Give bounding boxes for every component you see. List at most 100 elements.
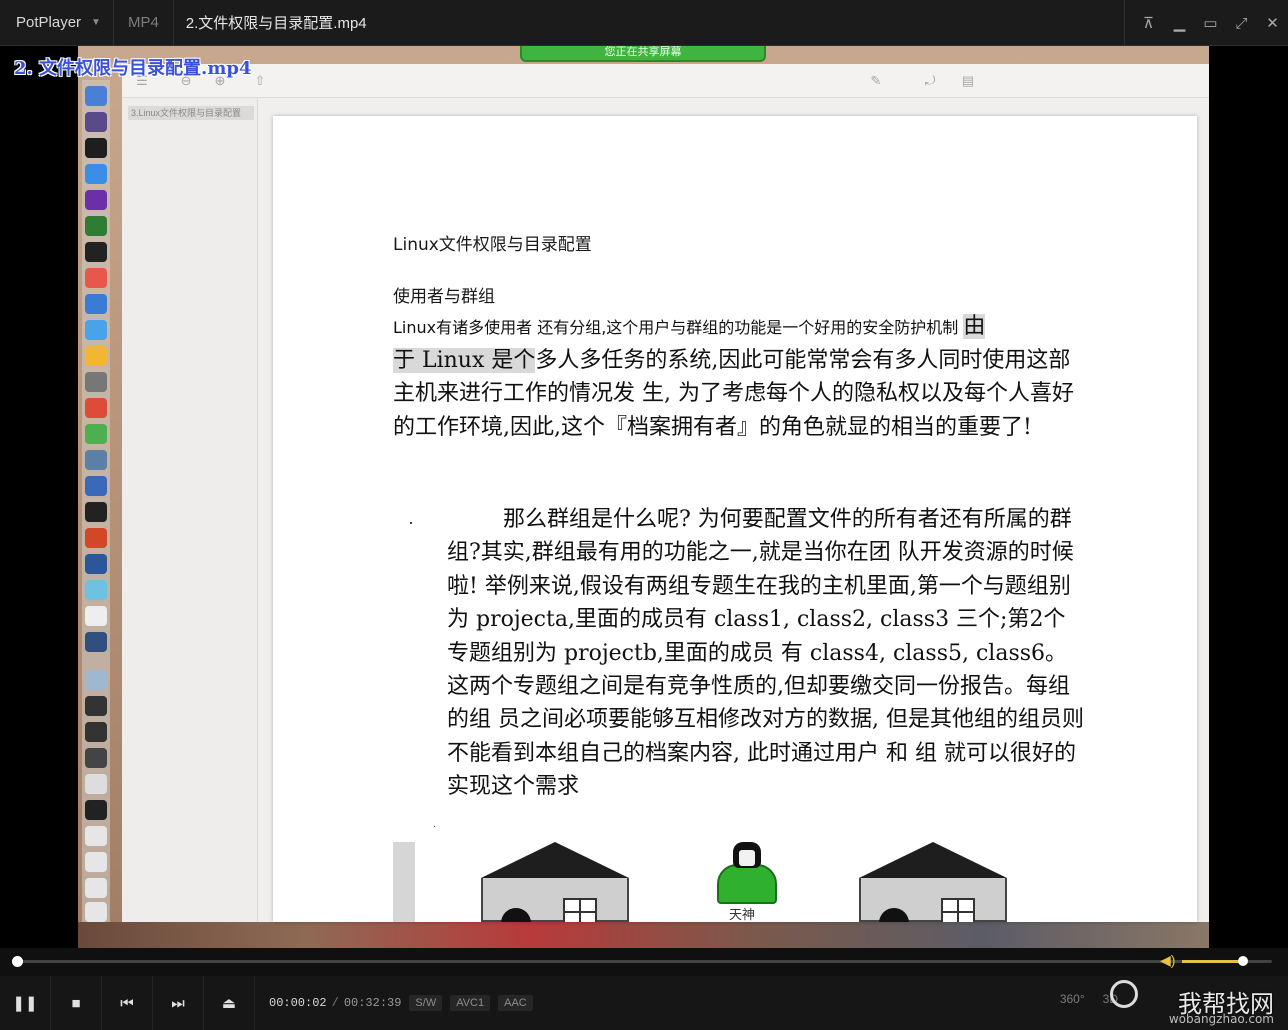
seek-bar-area: ◀) (0, 948, 1288, 976)
volume-slider[interactable] (1182, 960, 1244, 963)
app-icon (85, 450, 107, 470)
app-icon (85, 346, 107, 366)
qq-icon (85, 502, 107, 522)
pycharm-icon (85, 242, 107, 262)
eject-button[interactable]: ⏏ (204, 976, 255, 1030)
terminal-icon (85, 138, 107, 158)
highlighted-text: 于 Linux 是个 (393, 347, 536, 373)
eject-icon: ⏏ (221, 995, 237, 1012)
powerpoint-icon (85, 528, 107, 548)
mac-dock (82, 80, 110, 922)
video-codec-badge[interactable]: AVC1 (450, 995, 491, 1011)
current-time: 00:00:02 (269, 996, 327, 1010)
format-label: MP4 (114, 0, 174, 46)
time-display: 00:00:02 / 00:32:39 (269, 996, 401, 1010)
decoder-badge[interactable]: S/W (409, 995, 443, 1011)
file-title: 2.文件权限与目录配置.mp4 (185, 15, 367, 32)
document-title: Linux文件权限与目录配置 (393, 235, 592, 255)
window-thumbnail-icon (85, 826, 107, 846)
section-heading: 使用者与群组 (393, 287, 495, 307)
highlighted-text: 由 (963, 314, 986, 339)
app-icon (85, 320, 107, 340)
launchpad-icon (85, 112, 107, 132)
window-thumbnail-icon (85, 696, 107, 716)
window-thumbnail-icon (85, 774, 107, 794)
fullscreen-icon[interactable]: ⤢ (1226, 15, 1257, 32)
chevron-down-icon: ▼ (91, 17, 101, 28)
trash-icon (85, 902, 107, 922)
screen-share-banner: 您正在共享屏幕 (520, 46, 766, 62)
paragraph-intro: Linux有诸多使用者 还有分组,这个用户与群组的功能是一个好用的安全防护机制 (393, 318, 959, 337)
phpstorm-icon (85, 190, 107, 210)
video-frame[interactable]: ☰ ⊖ ⊕ ⇧ ✎ ⤾ ▤ 3.Linux文件权限与目录配置 Linux文件权限… (0, 46, 1288, 948)
finder-icon (85, 86, 107, 106)
figure-edge (393, 842, 415, 922)
duration: 00:32:39 (343, 996, 402, 1010)
pin-icon[interactable]: ⊼ (1133, 14, 1164, 32)
minimize-icon[interactable]: ▁ (1164, 14, 1195, 32)
magnifier-icon (1110, 980, 1138, 1008)
pause-button[interactable]: ❚❚ (0, 976, 51, 1030)
app-menu-button[interactable]: PotPlayer ▼ (0, 0, 114, 46)
paragraph-users-groups: Linux有诸多使用者 还有分组,这个用户与群组的功能是一个好用的安全防护机制 … (393, 310, 1083, 444)
app-icon (85, 476, 107, 496)
audio-codec-badge[interactable]: AAC (498, 995, 533, 1011)
stop-button[interactable]: ■ (51, 976, 102, 1030)
house-icon (859, 842, 1007, 922)
window-thumbnail-icon (85, 800, 107, 820)
app-name: PotPlayer (16, 14, 82, 31)
chrome-icon (85, 398, 107, 418)
maximize-icon[interactable]: ▭ (1195, 14, 1226, 32)
next-icon: ⏭ (171, 994, 185, 1012)
video-background-strip (78, 922, 1209, 948)
potplayer-window: PotPlayer ▼ MP4 2.文件权限与目录配置.mp4 ⊼ ▁ ▭ ⤢ … (0, 0, 1288, 1030)
viewer-toolbar: ☰ ⊖ ⊕ ⇧ ✎ ⤾ ▤ (122, 64, 1209, 98)
window-thumbnail-icon (85, 852, 107, 872)
thumbnail-tab: 3.Linux文件权限与目录配置 (128, 106, 254, 120)
volume-handle[interactable] (1238, 956, 1248, 966)
close-icon[interactable]: ✕ (1257, 14, 1288, 32)
window-thumbnail-icon (85, 748, 107, 768)
vr360-button[interactable]: 360° (1060, 992, 1085, 1006)
previous-icon: ⏮ (120, 994, 134, 1012)
watermark-url: wobangzhao.com (1168, 1012, 1274, 1026)
window-thumbnail-icon (85, 878, 107, 898)
music-icon (85, 268, 107, 288)
share-icon: ⇧ (254, 73, 266, 88)
thumbnail-panel: 3.Linux文件权限与目录配置 (122, 98, 258, 922)
house-icon (481, 842, 629, 922)
bullet-marker: · (433, 821, 437, 832)
volume-icon[interactable]: ◀) (1160, 952, 1175, 969)
document-viewer: ☰ ⊖ ⊕ ⇧ ✎ ⤾ ▤ 3.Linux文件权限与目录配置 Linux文件权限… (122, 64, 1209, 922)
rotate-icon: ⤾ (924, 73, 936, 88)
app-icon (85, 372, 107, 392)
window-controls: ⊼ ▁ ▭ ⤢ ✕ (1124, 0, 1288, 46)
pen-icon: ✎ (870, 73, 882, 88)
osd-title: 2. 文件权限与目录配置.mp4 (14, 58, 252, 79)
seek-bar[interactable] (12, 956, 1272, 967)
person-label: 天神 (729, 908, 756, 922)
pause-icon: ❚❚ (12, 995, 38, 1012)
bullet-marker: · (408, 512, 414, 532)
person-icon: 天神 (715, 842, 779, 922)
toolbox-icon: ▤ (961, 73, 975, 88)
next-button[interactable]: ⏭ (153, 976, 204, 1030)
app-icon (85, 606, 107, 626)
word-icon (85, 554, 107, 574)
seek-handle[interactable] (12, 956, 24, 967)
document-page: Linux文件权限与目录配置 使用者与群组 Linux有诸多使用者 还有分组,这… (273, 116, 1197, 922)
wechat-icon (85, 424, 107, 444)
time-separator: / (331, 996, 339, 1010)
diagram-figure: 天神 (393, 842, 1083, 922)
app-icon (85, 294, 107, 314)
previous-button[interactable]: ⏮ (102, 976, 153, 1030)
site-watermark: 我帮找网 wobangzhao.com (1110, 976, 1280, 1030)
app-icon (85, 216, 107, 236)
paragraph-groups-text: 那么群组是什么呢? 为何要配置文件的所有者还有所属的群组?其实,群组最有用的功能… (447, 507, 1084, 800)
paragraph-groups: 那么群组是什么呢? 为何要配置文件的所有者还有所属的群组?其实,群组最有用的功能… (447, 503, 1087, 804)
app-icon (85, 632, 107, 652)
window-thumbnail-icon (85, 722, 107, 742)
window-thumbnail-icon (85, 670, 107, 690)
app-icon (85, 580, 107, 600)
stop-icon: ■ (71, 994, 81, 1012)
